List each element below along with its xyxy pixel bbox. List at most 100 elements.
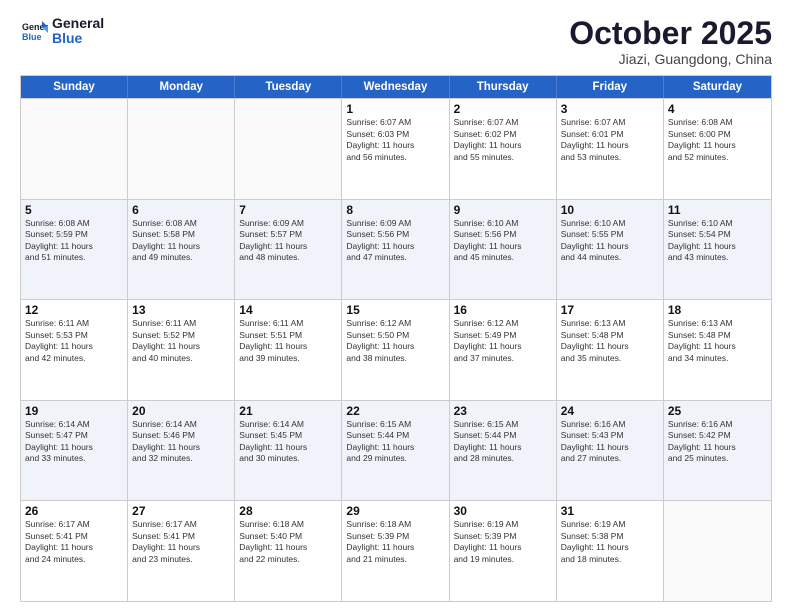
day-number: 7 — [239, 203, 337, 217]
day-info: Sunrise: 6:16 AM Sunset: 5:43 PM Dayligh… — [561, 419, 659, 465]
day-number: 25 — [668, 404, 767, 418]
day-number: 19 — [25, 404, 123, 418]
header-wednesday: Wednesday — [342, 76, 449, 98]
header-saturday: Saturday — [664, 76, 771, 98]
day-number: 6 — [132, 203, 230, 217]
day-info: Sunrise: 6:14 AM Sunset: 5:47 PM Dayligh… — [25, 419, 123, 465]
day-number: 22 — [346, 404, 444, 418]
day-info: Sunrise: 6:16 AM Sunset: 5:42 PM Dayligh… — [668, 419, 767, 465]
day-cell-23: 23Sunrise: 6:15 AM Sunset: 5:44 PM Dayli… — [450, 401, 557, 501]
day-info: Sunrise: 6:10 AM Sunset: 5:55 PM Dayligh… — [561, 218, 659, 264]
day-cell-21: 21Sunrise: 6:14 AM Sunset: 5:45 PM Dayli… — [235, 401, 342, 501]
day-cell-15: 15Sunrise: 6:12 AM Sunset: 5:50 PM Dayli… — [342, 300, 449, 400]
day-number: 27 — [132, 504, 230, 518]
header-friday: Friday — [557, 76, 664, 98]
day-number: 15 — [346, 303, 444, 317]
day-number: 26 — [25, 504, 123, 518]
day-info: Sunrise: 6:15 AM Sunset: 5:44 PM Dayligh… — [346, 419, 444, 465]
title-block: October 2025 Jiazi, Guangdong, China — [569, 16, 772, 67]
day-cell-25: 25Sunrise: 6:16 AM Sunset: 5:42 PM Dayli… — [664, 401, 771, 501]
day-info: Sunrise: 6:14 AM Sunset: 5:46 PM Dayligh… — [132, 419, 230, 465]
day-cell-8: 8Sunrise: 6:09 AM Sunset: 5:56 PM Daylig… — [342, 200, 449, 300]
day-number: 13 — [132, 303, 230, 317]
day-cell-16: 16Sunrise: 6:12 AM Sunset: 5:49 PM Dayli… — [450, 300, 557, 400]
day-cell-5: 5Sunrise: 6:08 AM Sunset: 5:59 PM Daylig… — [21, 200, 128, 300]
logo-text: General Blue — [52, 16, 104, 47]
page: General Blue General Blue October 2025 J… — [0, 0, 792, 612]
day-number: 11 — [668, 203, 767, 217]
day-cell-12: 12Sunrise: 6:11 AM Sunset: 5:53 PM Dayli… — [21, 300, 128, 400]
day-cell-13: 13Sunrise: 6:11 AM Sunset: 5:52 PM Dayli… — [128, 300, 235, 400]
calendar-row-1: 5Sunrise: 6:08 AM Sunset: 5:59 PM Daylig… — [21, 199, 771, 300]
day-cell-27: 27Sunrise: 6:17 AM Sunset: 5:41 PM Dayli… — [128, 501, 235, 601]
day-cell-26: 26Sunrise: 6:17 AM Sunset: 5:41 PM Dayli… — [21, 501, 128, 601]
day-info: Sunrise: 6:11 AM Sunset: 5:52 PM Dayligh… — [132, 318, 230, 364]
day-info: Sunrise: 6:08 AM Sunset: 5:59 PM Dayligh… — [25, 218, 123, 264]
day-info: Sunrise: 6:12 AM Sunset: 5:49 PM Dayligh… — [454, 318, 552, 364]
day-number: 8 — [346, 203, 444, 217]
day-cell-6: 6Sunrise: 6:08 AM Sunset: 5:58 PM Daylig… — [128, 200, 235, 300]
day-cell-29: 29Sunrise: 6:18 AM Sunset: 5:39 PM Dayli… — [342, 501, 449, 601]
day-info: Sunrise: 6:18 AM Sunset: 5:39 PM Dayligh… — [346, 519, 444, 565]
header-thursday: Thursday — [450, 76, 557, 98]
day-info: Sunrise: 6:07 AM Sunset: 6:02 PM Dayligh… — [454, 117, 552, 163]
day-info: Sunrise: 6:07 AM Sunset: 6:03 PM Dayligh… — [346, 117, 444, 163]
day-cell-9: 9Sunrise: 6:10 AM Sunset: 5:56 PM Daylig… — [450, 200, 557, 300]
day-number: 31 — [561, 504, 659, 518]
day-info: Sunrise: 6:11 AM Sunset: 5:53 PM Dayligh… — [25, 318, 123, 364]
header-tuesday: Tuesday — [235, 76, 342, 98]
header: General Blue General Blue October 2025 J… — [20, 16, 772, 67]
day-cell-17: 17Sunrise: 6:13 AM Sunset: 5:48 PM Dayli… — [557, 300, 664, 400]
calendar-body: 1Sunrise: 6:07 AM Sunset: 6:03 PM Daylig… — [21, 98, 771, 601]
day-cell-22: 22Sunrise: 6:15 AM Sunset: 5:44 PM Dayli… — [342, 401, 449, 501]
header-sunday: Sunday — [21, 76, 128, 98]
day-info: Sunrise: 6:08 AM Sunset: 6:00 PM Dayligh… — [668, 117, 767, 163]
day-info: Sunrise: 6:08 AM Sunset: 5:58 PM Dayligh… — [132, 218, 230, 264]
day-cell-30: 30Sunrise: 6:19 AM Sunset: 5:39 PM Dayli… — [450, 501, 557, 601]
day-number: 4 — [668, 102, 767, 116]
day-number: 1 — [346, 102, 444, 116]
svg-text:Blue: Blue — [22, 32, 42, 42]
day-info: Sunrise: 6:17 AM Sunset: 5:41 PM Dayligh… — [132, 519, 230, 565]
day-number: 10 — [561, 203, 659, 217]
day-number: 24 — [561, 404, 659, 418]
day-number: 20 — [132, 404, 230, 418]
calendar-header: Sunday Monday Tuesday Wednesday Thursday… — [21, 76, 771, 98]
calendar-row-4: 26Sunrise: 6:17 AM Sunset: 5:41 PM Dayli… — [21, 500, 771, 601]
day-info: Sunrise: 6:09 AM Sunset: 5:56 PM Dayligh… — [346, 218, 444, 264]
day-number: 2 — [454, 102, 552, 116]
day-number: 14 — [239, 303, 337, 317]
day-cell-20: 20Sunrise: 6:14 AM Sunset: 5:46 PM Dayli… — [128, 401, 235, 501]
day-number: 18 — [668, 303, 767, 317]
day-info: Sunrise: 6:07 AM Sunset: 6:01 PM Dayligh… — [561, 117, 659, 163]
empty-cell — [21, 99, 128, 199]
day-cell-24: 24Sunrise: 6:16 AM Sunset: 5:43 PM Dayli… — [557, 401, 664, 501]
day-cell-7: 7Sunrise: 6:09 AM Sunset: 5:57 PM Daylig… — [235, 200, 342, 300]
calendar-row-2: 12Sunrise: 6:11 AM Sunset: 5:53 PM Dayli… — [21, 299, 771, 400]
day-cell-4: 4Sunrise: 6:08 AM Sunset: 6:00 PM Daylig… — [664, 99, 771, 199]
day-number: 30 — [454, 504, 552, 518]
logo: General Blue General Blue — [20, 16, 104, 47]
day-info: Sunrise: 6:13 AM Sunset: 5:48 PM Dayligh… — [561, 318, 659, 364]
day-cell-2: 2Sunrise: 6:07 AM Sunset: 6:02 PM Daylig… — [450, 99, 557, 199]
header-monday: Monday — [128, 76, 235, 98]
day-cell-3: 3Sunrise: 6:07 AM Sunset: 6:01 PM Daylig… — [557, 99, 664, 199]
day-number: 28 — [239, 504, 337, 518]
day-number: 16 — [454, 303, 552, 317]
day-cell-10: 10Sunrise: 6:10 AM Sunset: 5:55 PM Dayli… — [557, 200, 664, 300]
day-number: 5 — [25, 203, 123, 217]
day-number: 12 — [25, 303, 123, 317]
day-cell-31: 31Sunrise: 6:19 AM Sunset: 5:38 PM Dayli… — [557, 501, 664, 601]
month-title: October 2025 — [569, 16, 772, 51]
day-cell-14: 14Sunrise: 6:11 AM Sunset: 5:51 PM Dayli… — [235, 300, 342, 400]
day-info: Sunrise: 6:17 AM Sunset: 5:41 PM Dayligh… — [25, 519, 123, 565]
day-cell-28: 28Sunrise: 6:18 AM Sunset: 5:40 PM Dayli… — [235, 501, 342, 601]
day-info: Sunrise: 6:19 AM Sunset: 5:39 PM Dayligh… — [454, 519, 552, 565]
day-number: 29 — [346, 504, 444, 518]
location-subtitle: Jiazi, Guangdong, China — [569, 51, 772, 67]
day-cell-19: 19Sunrise: 6:14 AM Sunset: 5:47 PM Dayli… — [21, 401, 128, 501]
calendar: Sunday Monday Tuesday Wednesday Thursday… — [20, 75, 772, 602]
empty-cell — [235, 99, 342, 199]
day-info: Sunrise: 6:18 AM Sunset: 5:40 PM Dayligh… — [239, 519, 337, 565]
day-cell-1: 1Sunrise: 6:07 AM Sunset: 6:03 PM Daylig… — [342, 99, 449, 199]
